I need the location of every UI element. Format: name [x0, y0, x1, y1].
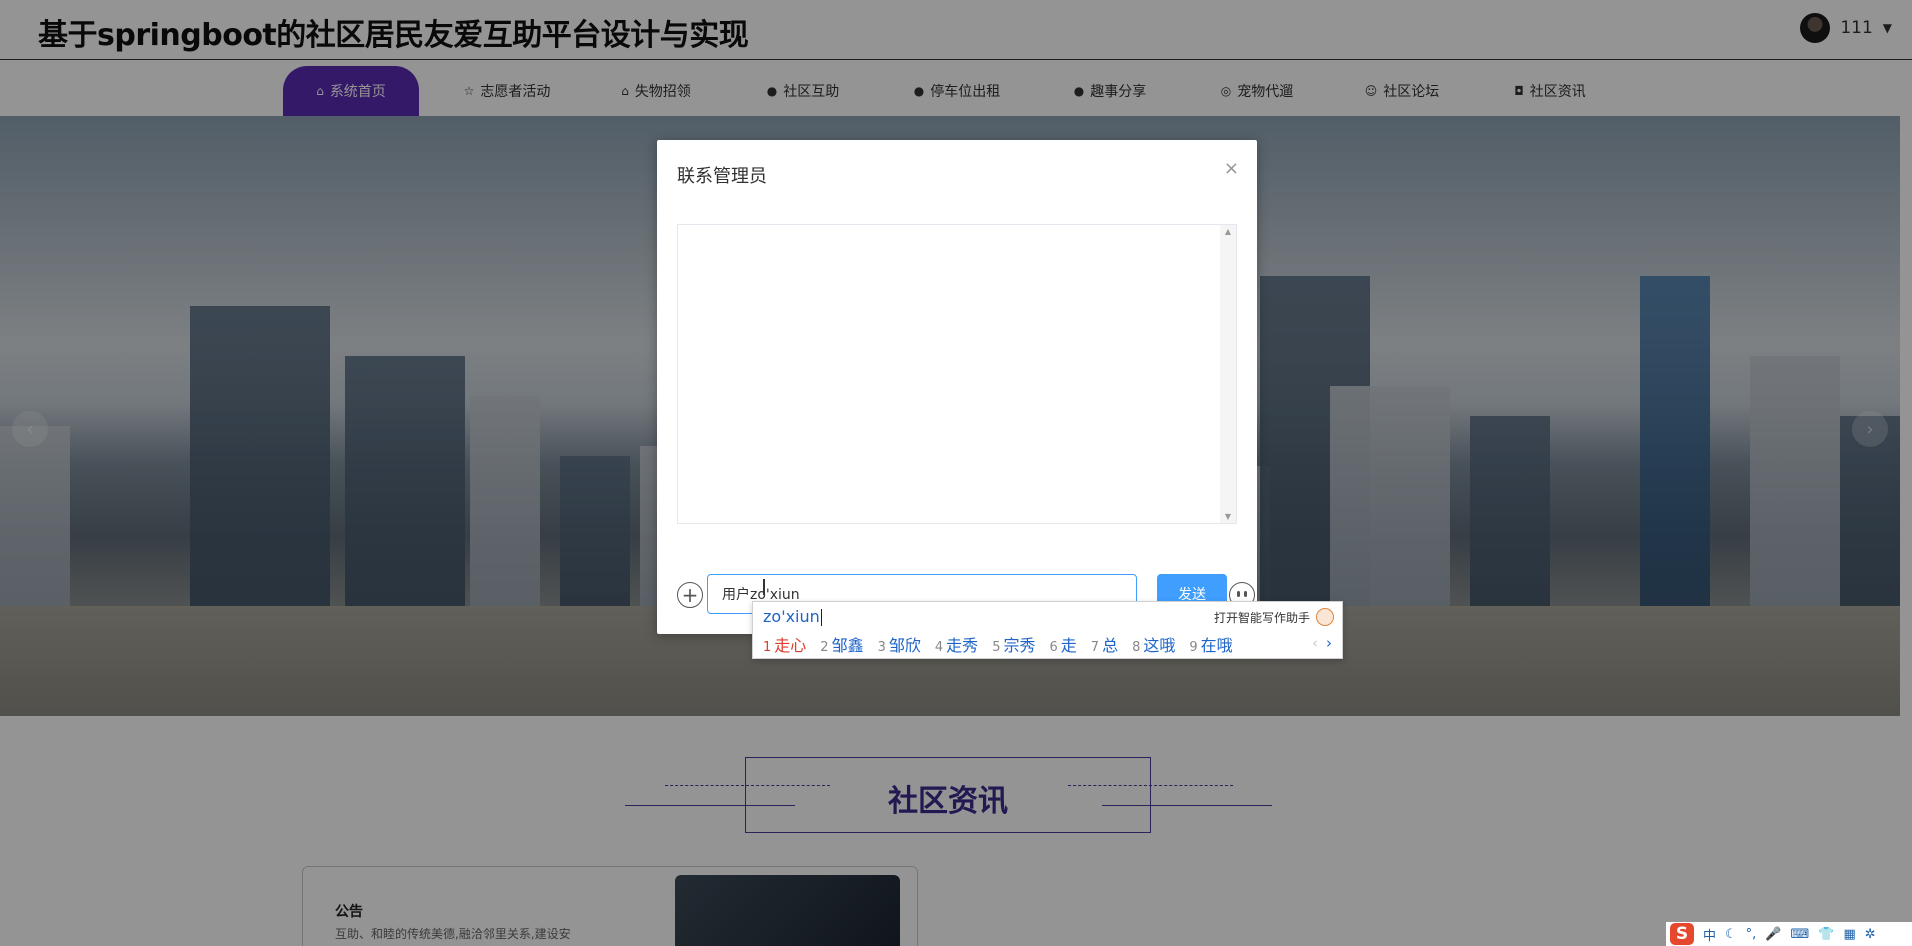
ime-next-page-icon[interactable]: ›	[1326, 634, 1332, 652]
contact-admin-dialog: 联系管理员 × ▲ ▼ + 发送	[657, 140, 1257, 634]
ime-pinyin-text: zo'xiun	[763, 607, 820, 626]
candidate-number: 8	[1132, 640, 1141, 655]
scrollbar[interactable]: ▲ ▼	[1220, 225, 1236, 523]
ime-candidate[interactable]: 9 在哦	[1189, 632, 1232, 656]
candidate-text: 这哦	[1143, 636, 1176, 655]
candidate-text: 在哦	[1200, 636, 1233, 655]
candidate-text: 走	[1060, 636, 1077, 655]
candidate-text: 邹鑫	[831, 636, 864, 655]
add-attachment-icon[interactable]: +	[677, 582, 703, 608]
candidate-text: 总	[1102, 636, 1119, 655]
candidate-number: 6	[1049, 640, 1058, 655]
ime-composition: zo'xiun	[763, 607, 822, 626]
candidate-text: 走心	[774, 636, 807, 655]
ime-candidate-list: 1 走心 2 邹鑫 3 邹欣 4 走秀 5 宗秀 6走 7总 8 这哦 9 在哦	[763, 632, 1233, 656]
ime-pager: ‹ ›	[1312, 634, 1332, 652]
chat-history: ▲ ▼	[677, 224, 1237, 524]
candidate-number: 7	[1090, 640, 1100, 655]
ime-toolbar: S 中 ☾ °, 🎤 ⌨ 👕 ▦ ✲	[1666, 922, 1912, 946]
ime-candidate[interactable]: 1 走心	[763, 632, 806, 656]
gear-icon[interactable]: ✲	[1865, 927, 1876, 942]
ime-candidate[interactable]: 5 宗秀	[992, 632, 1035, 656]
candidate-number: 2	[820, 640, 829, 655]
candidate-number: 3	[877, 640, 886, 655]
moon-icon[interactable]: ☾	[1725, 927, 1737, 942]
close-icon[interactable]: ×	[1224, 158, 1239, 179]
scroll-up-icon[interactable]: ▲	[1220, 227, 1236, 236]
candidate-number: 4	[934, 640, 944, 655]
punctuation-icon[interactable]: °,	[1746, 927, 1757, 942]
shirt-icon[interactable]: 👕	[1818, 927, 1834, 942]
ime-candidate[interactable]: 6走	[1049, 632, 1076, 656]
assistant-icon[interactable]	[1316, 608, 1334, 626]
candidate-number: 5	[992, 640, 1001, 655]
sogou-logo-icon[interactable]: S	[1670, 923, 1694, 945]
text-cursor-icon	[763, 579, 765, 595]
ime-candidate-window: zo'xiun 打开智能写作助手 1 走心 2 邹鑫 3 邹欣 4 走秀 5 宗秀 6走 …	[752, 601, 1343, 659]
scroll-down-icon[interactable]: ▼	[1220, 512, 1236, 521]
ime-candidate[interactable]: 2 邹鑫	[820, 632, 863, 656]
microphone-icon[interactable]: 🎤	[1765, 927, 1781, 942]
ime-candidate[interactable]: 4 走秀	[935, 632, 978, 656]
keyboard-icon[interactable]: ⌨	[1791, 927, 1810, 942]
grid-icon[interactable]: ▦	[1843, 927, 1855, 942]
candidate-text: 宗秀	[1003, 636, 1036, 655]
candidate-number: 1	[763, 640, 772, 655]
candidate-text: 邹欣	[888, 636, 921, 655]
ime-assistant-link[interactable]: 打开智能写作助手	[1214, 609, 1310, 626]
ime-caret	[820, 609, 822, 626]
ime-candidate[interactable]: 3 邹欣	[878, 632, 921, 656]
dialog-title: 联系管理员	[677, 166, 767, 187]
ime-candidate[interactable]: 8 这哦	[1132, 632, 1175, 656]
candidate-text: 走秀	[946, 636, 979, 655]
candidate-number: 9	[1189, 640, 1198, 655]
page: 基于springboot的社区居民友爱互助平台设计与实现 111 ▼ ⌂ 系统首…	[0, 0, 1912, 946]
language-toggle[interactable]: 中	[1703, 925, 1716, 944]
ime-candidate[interactable]: 7总	[1091, 632, 1118, 656]
ime-prev-page-icon[interactable]: ‹	[1312, 634, 1318, 652]
